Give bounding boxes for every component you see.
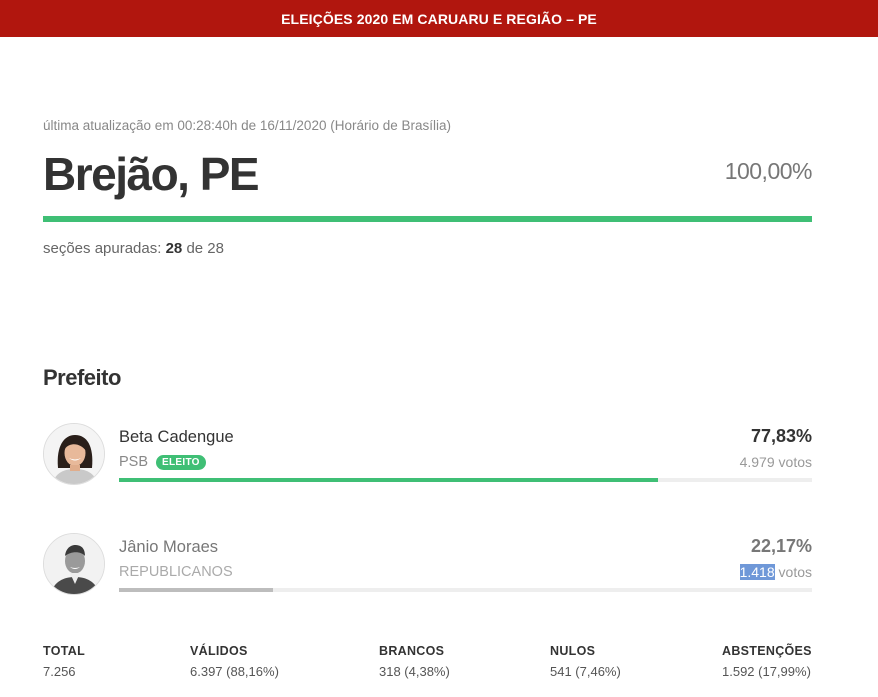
- vote-share-bar: [119, 478, 812, 482]
- sections-total: de 28: [186, 240, 224, 257]
- totals-label: VÁLIDOS: [190, 644, 248, 658]
- total-abstentions: ABSTENÇÕES 1.592 (17,99%): [722, 644, 812, 679]
- totals-value: 318 (4,38%): [379, 664, 450, 679]
- total-valid: VÁLIDOS 6.397 (88,16%): [190, 644, 279, 679]
- vote-share-fill: [119, 478, 659, 482]
- sections-counted-number: 28: [165, 240, 183, 257]
- votes-suffix: votos: [774, 564, 812, 580]
- totals-summary: TOTAL 7.256 VÁLIDOS 6.397 (88,16%) BRANC…: [43, 644, 812, 684]
- office-title: Prefeito: [43, 365, 121, 390]
- candidate-party: PSB ELEITO: [119, 454, 206, 470]
- totals-value: 6.397 (88,16%): [190, 664, 279, 679]
- header-bar: ELEIÇÕES 2020 EM CARUARU E REGIÃO – PE: [0, 0, 878, 37]
- candidate-photo: [43, 533, 105, 595]
- candidate-percent: 77,83%: [750, 426, 812, 446]
- header-title: ELEIÇÕES 2020 EM CARUARU E REGIÃO – PE: [281, 10, 597, 27]
- candidate-row: Jânio Moraes REPUBLICANOS 22,17% 1.418 v…: [43, 533, 812, 595]
- votes-number: 4.979: [739, 454, 775, 470]
- totals-value: 7.256: [43, 664, 76, 679]
- party-name: REPUBLICANOS: [119, 564, 233, 580]
- sections-counted: seções apuradas: 28 de 28: [43, 240, 224, 257]
- vote-share-bar: [119, 588, 812, 592]
- last-updated-text: última atualização em 00:28:40h de 16/11…: [43, 118, 451, 133]
- city-title: Brejão, PE: [43, 148, 260, 200]
- candidate-name: Jânio Moraes: [119, 538, 219, 556]
- vote-share-fill: [119, 588, 273, 592]
- sections-label: seções apuradas:: [43, 240, 162, 257]
- totals-label: NULOS: [550, 644, 596, 658]
- total-blank: BRANCOS 318 (4,38%): [379, 644, 450, 679]
- elected-badge: ELEITO: [156, 454, 206, 470]
- counting-progress-bar: [43, 216, 812, 222]
- total-voters: TOTAL 7.256: [43, 644, 85, 679]
- totals-value: 1.592 (17,99%): [722, 664, 811, 679]
- counted-percent: 100,00%: [724, 158, 813, 184]
- candidate-percent: 22,17%: [750, 536, 812, 556]
- total-null: NULOS 541 (7,46%): [550, 644, 621, 679]
- totals-label: ABSTENÇÕES: [722, 644, 812, 658]
- totals-label: BRANCOS: [379, 644, 445, 658]
- votes-number-selected: 1.418: [739, 564, 775, 580]
- candidate-votes: 4.979 votos: [740, 454, 812, 470]
- candidate-row: Beta Cadengue PSB ELEITO 77,83% 4.979 vo…: [43, 423, 812, 485]
- votes-suffix: votos: [774, 454, 812, 470]
- candidate-party: REPUBLICANOS: [119, 564, 233, 580]
- candidate-photo: [43, 423, 105, 485]
- totals-value: 541 (7,46%): [550, 664, 621, 679]
- totals-label: TOTAL: [43, 644, 86, 658]
- candidate-votes: 1.418 votos: [739, 564, 812, 580]
- party-name: PSB: [119, 454, 149, 470]
- candidate-name: Beta Cadengue: [119, 428, 234, 446]
- counting-progress-fill: [43, 216, 812, 222]
